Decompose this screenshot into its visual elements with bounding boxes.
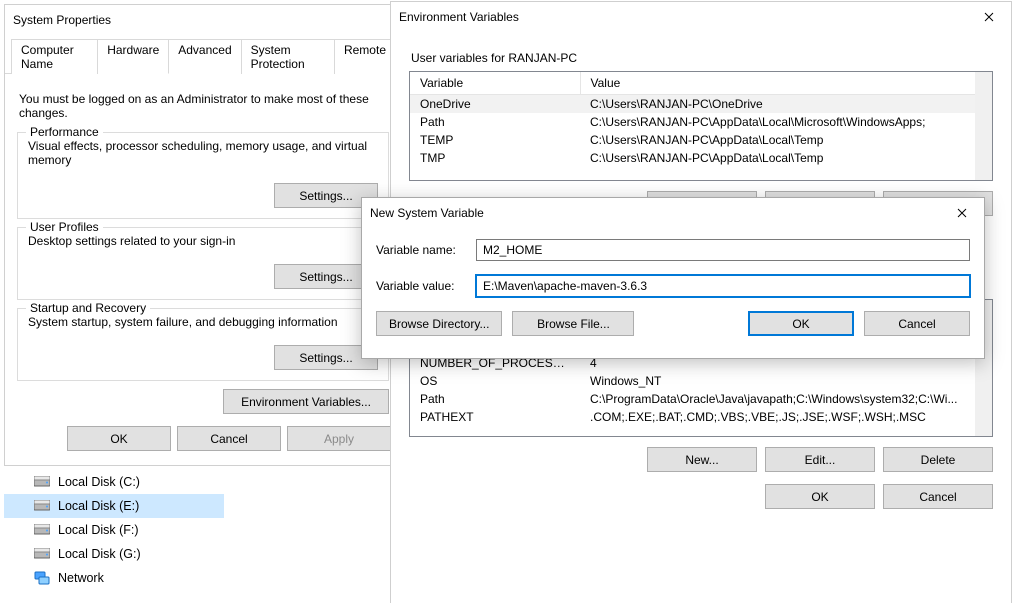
close-button[interactable] <box>966 2 1011 31</box>
var-value: C:\Users\RANJAN-PC\AppData\Local\Temp <box>580 149 992 167</box>
performance-legend: Performance <box>26 125 103 139</box>
var-name: OneDrive <box>410 95 580 114</box>
system-new-button[interactable]: New... <box>647 447 757 472</box>
drive-icon <box>34 500 50 512</box>
variable-name-label: Variable name: <box>376 243 476 257</box>
system-delete-button[interactable]: Delete <box>883 447 993 472</box>
browse-file-button[interactable]: Browse File... <box>512 311 634 336</box>
col-variable[interactable]: Variable <box>410 72 580 95</box>
user-profiles-legend: User Profiles <box>26 220 103 234</box>
title-text: Environment Variables <box>399 10 519 24</box>
cancel-button[interactable]: Cancel <box>177 426 281 451</box>
environment-variables-button[interactable]: Environment Variables... <box>223 389 389 414</box>
env-ok-button[interactable]: OK <box>765 484 875 509</box>
table-row[interactable]: PathC:\Users\RANJAN-PC\AppData\Local\Mic… <box>410 113 992 131</box>
titlebar-new-system-variable[interactable]: New System Variable <box>362 198 984 227</box>
var-name: Path <box>410 113 580 131</box>
user-vars-label: User variables for RANJAN-PC <box>411 51 991 65</box>
tree-item-network[interactable]: Network <box>4 566 224 590</box>
ok-button[interactable]: OK <box>67 426 171 451</box>
titlebar-environment-variables[interactable]: Environment Variables <box>391 2 1011 31</box>
group-performance: Performance Visual effects, processor sc… <box>17 132 389 219</box>
variable-value-label: Variable value: <box>376 279 476 293</box>
var-value: .COM;.EXE;.BAT;.CMD;.VBS;.VBE;.JS;.JSE;.… <box>580 408 992 426</box>
startup-recovery-desc: System startup, system failure, and debu… <box>28 315 378 329</box>
var-name: TMP <box>410 149 580 167</box>
scrollbar[interactable] <box>975 72 992 180</box>
admin-intro: You must be logged on as an Administrato… <box>19 92 387 120</box>
table-row[interactable]: OSWindows_NT <box>410 372 992 390</box>
var-value: C:\ProgramData\Oracle\Java\javapath;C:\W… <box>580 390 992 408</box>
tree-item-label: Local Disk (F:) <box>58 523 139 537</box>
table-row[interactable]: PATHEXT.COM;.EXE;.BAT;.CMD;.VBS;.VBE;.JS… <box>410 408 992 426</box>
tree-item-label: Network <box>58 571 104 585</box>
tab-computer-name[interactable]: Computer Name <box>11 39 98 74</box>
titlebar-system-properties[interactable]: System Properties <box>5 5 401 34</box>
variable-name-input[interactable] <box>476 239 970 261</box>
tree-item-label: Local Disk (C:) <box>58 475 140 489</box>
col-value[interactable]: Value <box>580 72 992 95</box>
newvar-cancel-button[interactable]: Cancel <box>864 311 970 336</box>
tab-remote[interactable]: Remote <box>334 39 396 74</box>
tree-item-drive[interactable]: Local Disk (G:) <box>4 542 224 566</box>
var-value: C:\Users\RANJAN-PC\AppData\Local\Microso… <box>580 113 992 131</box>
table-row[interactable]: PathC:\ProgramData\Oracle\Java\javapath;… <box>410 390 992 408</box>
browse-directory-button[interactable]: Browse Directory... <box>376 311 502 336</box>
group-user-profiles: User Profiles Desktop settings related t… <box>17 227 389 300</box>
tree-item-drive[interactable]: Local Disk (E:) <box>4 494 224 518</box>
var-name: Path <box>410 390 580 408</box>
env-cancel-button[interactable]: Cancel <box>883 484 993 509</box>
var-name: PATHEXT <box>410 408 580 426</box>
title-text: New System Variable <box>370 206 484 220</box>
tree-item-label: Local Disk (E:) <box>58 499 139 513</box>
startup-recovery-legend: Startup and Recovery <box>26 301 150 315</box>
network-icon <box>34 571 50 585</box>
title-text: System Properties <box>13 13 111 27</box>
performance-desc: Visual effects, processor scheduling, me… <box>28 139 378 167</box>
explorer-tree: Local Disk (C:) Local Disk (E:) Local Disk… <box>4 470 224 590</box>
var-value: C:\Users\RANJAN-PC\OneDrive <box>580 95 992 114</box>
tab-advanced[interactable]: Advanced <box>168 39 241 74</box>
system-properties-tabs: Computer NameHardwareAdvancedSystem Prot… <box>5 38 401 74</box>
tab-system-protection[interactable]: System Protection <box>241 39 335 74</box>
tree-item-label: Local Disk (G:) <box>58 547 141 561</box>
close-button[interactable] <box>939 198 984 227</box>
tree-item-drive[interactable]: Local Disk (C:) <box>4 470 224 494</box>
tab-hardware[interactable]: Hardware <box>97 39 169 74</box>
close-icon <box>957 208 967 218</box>
var-name: OS <box>410 372 580 390</box>
table-row[interactable]: OneDriveC:\Users\RANJAN-PC\OneDrive <box>410 95 992 114</box>
window-new-system-variable: New System Variable Variable name: Varia… <box>361 197 985 359</box>
tree-item-drive[interactable]: Local Disk (F:) <box>4 518 224 542</box>
var-value: Windows_NT <box>580 372 992 390</box>
var-name: TEMP <box>410 131 580 149</box>
table-row[interactable]: TEMPC:\Users\RANJAN-PC\AppData\Local\Tem… <box>410 131 992 149</box>
variable-value-input[interactable] <box>476 275 970 297</box>
table-row[interactable]: TMPC:\Users\RANJAN-PC\AppData\Local\Temp <box>410 149 992 167</box>
drive-icon <box>34 524 50 536</box>
user-vars-table-container: Variable Value OneDriveC:\Users\RANJAN-P… <box>409 71 993 216</box>
apply-button[interactable]: Apply <box>287 426 391 451</box>
user-profiles-desc: Desktop settings related to your sign-in <box>28 234 378 248</box>
user-vars-table[interactable]: Variable Value OneDriveC:\Users\RANJAN-P… <box>410 72 992 167</box>
drive-icon <box>34 476 50 488</box>
system-properties-body: You must be logged on as an Administrato… <box>5 74 401 424</box>
drive-icon <box>34 548 50 560</box>
system-edit-button[interactable]: Edit... <box>765 447 875 472</box>
group-startup-recovery: Startup and Recovery System startup, sys… <box>17 308 389 381</box>
window-system-properties: System Properties Computer NameHardwareA… <box>4 4 402 466</box>
close-icon <box>984 12 994 22</box>
newvar-ok-button[interactable]: OK <box>748 311 854 336</box>
var-value: C:\Users\RANJAN-PC\AppData\Local\Temp <box>580 131 992 149</box>
